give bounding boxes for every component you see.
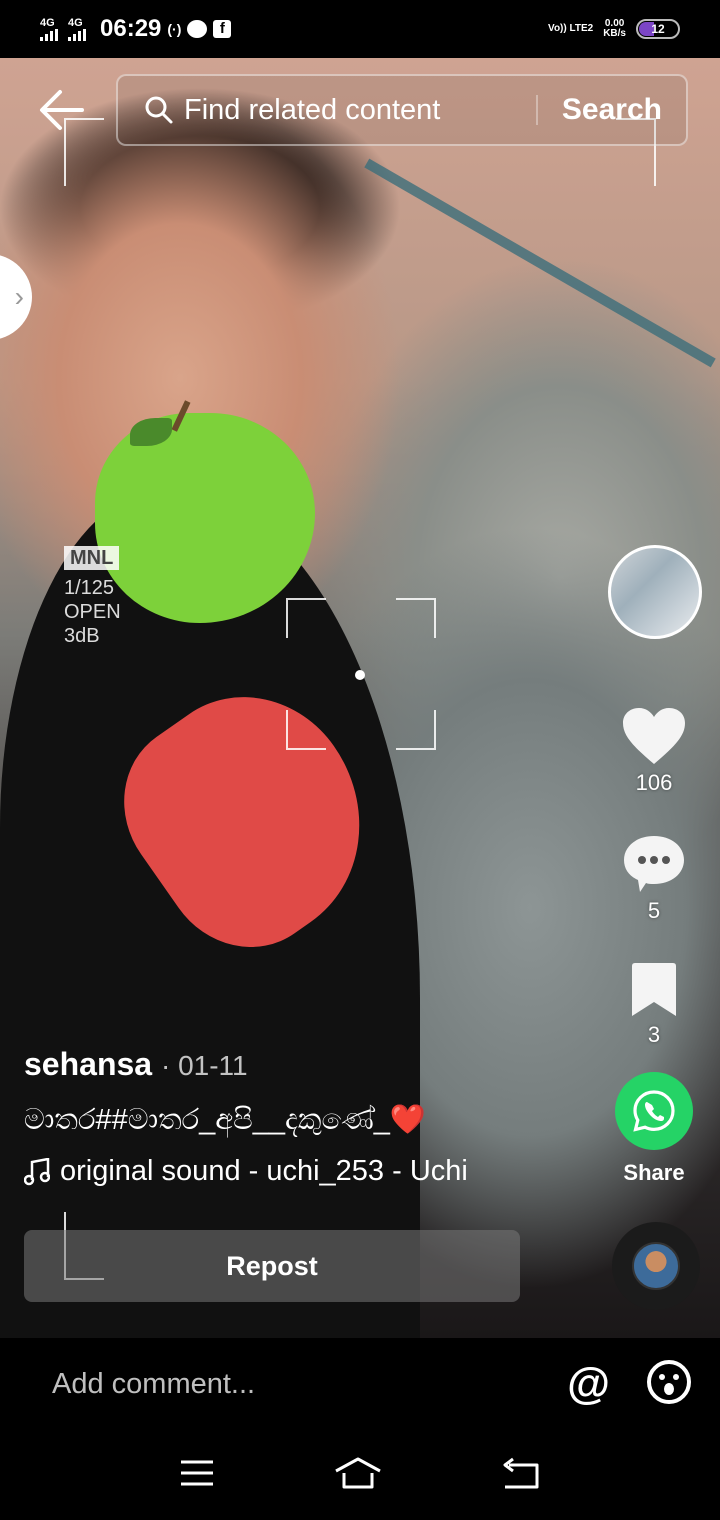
whatsapp-icon: [615, 1072, 693, 1150]
like-action[interactable]: 106: [606, 706, 702, 796]
camera-mode: MNL: [64, 546, 120, 570]
username[interactable]: sehansa: [24, 1046, 152, 1082]
comment-bar: Add comment... @: [0, 1338, 720, 1430]
music-note-icon: [24, 1157, 50, 1185]
sound-name: original sound - uchi_253 - Uchi: [60, 1155, 468, 1187]
mention-icon[interactable]: @: [567, 1359, 610, 1409]
sim1-network-type: 4G: [40, 16, 55, 29]
share-label: Share: [623, 1160, 685, 1185]
emoji-icon[interactable]: [646, 1359, 692, 1410]
clock: 06:29: [100, 15, 162, 42]
back-arrow-icon: [40, 90, 84, 130]
camera-overlay-text: MNL 1/125 OPEN 3dB: [64, 546, 121, 648]
back-button[interactable]: [38, 88, 86, 132]
heart-icon: [623, 708, 685, 764]
description-text: මාතර#​#මාතර_අපි__දකුණේ_: [24, 1104, 390, 1136]
bookmark-count: 3: [647, 1022, 661, 1047]
post-caption: sehansa · 01-11 මාතර#​#මාතර_අපි__දකුණේ_❤…: [24, 1046, 584, 1188]
menu-icon[interactable]: [179, 1459, 215, 1492]
search-input[interactable]: Find related content: [184, 94, 536, 127]
comment-icon: [624, 836, 684, 892]
sound-avatar: [632, 1242, 680, 1290]
messenger-notification-icon: [187, 20, 208, 38]
post-date: · 01-11: [160, 1050, 248, 1081]
search-bar[interactable]: Find related content Search: [116, 74, 688, 146]
post-description: මාතර#​#මාතර_අපි__දකුණේ_❤️: [24, 1103, 584, 1137]
sound-disc-button[interactable]: [612, 1222, 700, 1310]
comment-action[interactable]: 5: [606, 834, 702, 924]
bookmark-icon: [632, 963, 676, 1016]
camera-aperture: OPEN: [64, 601, 121, 623]
search-button[interactable]: Search: [538, 93, 686, 127]
volte-indicator: Vo)) LTE2: [548, 23, 594, 34]
sound-info[interactable]: original sound - uchi_253 - Uchi: [24, 1155, 584, 1188]
battery-level: 12: [651, 22, 665, 36]
comment-input[interactable]: Add comment...: [52, 1368, 567, 1401]
repost-button[interactable]: Repost: [24, 1230, 520, 1302]
camera-shutter: 1/125: [64, 577, 115, 599]
comment-count: 5: [647, 898, 661, 923]
back-nav-icon[interactable]: [501, 1457, 541, 1494]
creator-avatar[interactable]: [608, 545, 702, 639]
search-icon: [134, 95, 184, 125]
facebook-notification-icon: f: [213, 20, 232, 38]
network-speed-unit: KB/s: [603, 28, 626, 39]
hotspot-icon: (·): [167, 21, 182, 37]
status-bar: 4G 4G 06:29 (·) f Vo)) LTE2 0.00 KB/s 12: [0, 0, 720, 58]
camera-gain: 3dB: [64, 625, 100, 647]
system-nav-bar: [0, 1430, 720, 1520]
sim2-network-type: 4G: [68, 16, 83, 29]
chevron-right-icon: ›: [14, 281, 24, 312]
battery-icon: 12: [636, 19, 680, 39]
home-icon[interactable]: [334, 1457, 382, 1494]
like-count: 106: [635, 770, 673, 795]
share-action[interactable]: Share: [606, 1072, 702, 1186]
network-speed: 0.00 KB/s: [603, 19, 626, 39]
heart-emoji: ❤️: [389, 1104, 427, 1136]
bookmark-action[interactable]: 3: [606, 962, 702, 1048]
signal-sim1-icon: 4G: [40, 16, 58, 41]
signal-sim2-icon: 4G: [68, 16, 86, 41]
